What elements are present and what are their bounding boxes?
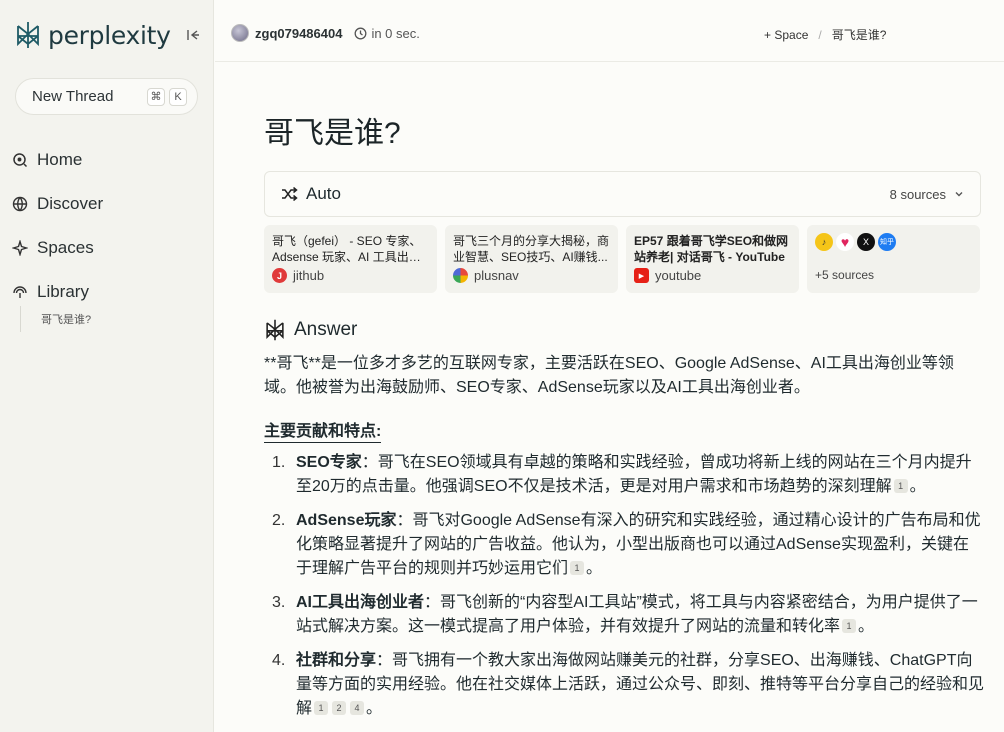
chevron-down-icon[interactable] bbox=[954, 189, 964, 199]
period: 。 bbox=[858, 618, 875, 635]
citation-badge[interactable]: 1 bbox=[893, 479, 908, 493]
timestamp: in 0 sec. bbox=[354, 25, 420, 41]
source-site: jithub bbox=[293, 268, 325, 283]
citation-badge[interactable]: 2 bbox=[332, 701, 347, 715]
user-info[interactable]: zgq079486404 in 0 sec. bbox=[231, 24, 420, 42]
period: 。 bbox=[366, 700, 383, 717]
plusnav-favicon-icon bbox=[453, 268, 468, 283]
add-space-button[interactable]: + Space bbox=[764, 28, 808, 42]
music-favicon-icon: ♪ bbox=[815, 233, 833, 251]
item-title: AdSense玩家 bbox=[296, 512, 397, 529]
new-thread-button[interactable]: New Thread ⌘ K bbox=[15, 78, 198, 115]
source-title: EP57 跟着哥飞学SEO和做网站养老| 对话哥飞 - YouTube bbox=[634, 234, 789, 264]
thread-header: zgq079486404 in 0 sec. + Space / 哥飞是谁? bbox=[215, 0, 1004, 62]
zhihu-favicon-icon: 知乎 bbox=[878, 233, 896, 251]
list-number: 4. bbox=[272, 652, 286, 669]
time-label: in 0 sec. bbox=[371, 25, 420, 41]
breadcrumb-separator: / bbox=[818, 27, 822, 42]
sidebar-item-label: Library bbox=[37, 282, 89, 301]
citation-badge[interactable]: 1 bbox=[570, 561, 585, 575]
sidebar: perplexity New Thread ⌘ K Home Discover … bbox=[0, 0, 214, 732]
source-card[interactable]: EP57 跟着哥飞学SEO和做网站养老| 对话哥飞 - YouTube ▶ yo… bbox=[626, 225, 799, 293]
item-text: ：哥飞在SEO领域具有卓越的策略和实践经验，曾成功将新上线的网站在三个月内提升至… bbox=[296, 454, 972, 495]
item-title: SEO专家 bbox=[296, 454, 362, 471]
contribution-list: 1. SEO专家：哥飞在SEO领域具有卓越的策略和实践经验，曾成功将新上线的网站… bbox=[264, 451, 984, 721]
new-thread-label: New Thread bbox=[32, 88, 114, 105]
page-title: 哥飞是谁? bbox=[264, 117, 401, 150]
heart-favicon-icon: ♥ bbox=[836, 233, 854, 251]
source-site: plusnav bbox=[474, 268, 519, 283]
perplexity-answer-icon bbox=[266, 319, 284, 341]
list-number: 3. bbox=[272, 594, 286, 611]
list-item: 1. SEO专家：哥飞在SEO领域具有卓越的策略和实践经验，曾成功将新上线的网站… bbox=[264, 451, 984, 499]
answer-intro: **哥飞**是一位多才多艺的互联网专家，主要活跃在SEO、Google AdSe… bbox=[264, 355, 954, 396]
sidebar-item-label: Home bbox=[37, 150, 83, 169]
period: 。 bbox=[586, 560, 603, 577]
more-sources-card[interactable]: ♪ ♥ X 知乎 +5 sources bbox=[807, 225, 980, 293]
list-item: 4. 社群和分享：哥飞拥有一个教大家出海做网站赚美元的社群，分享SEO、出海赚钱… bbox=[264, 649, 984, 721]
username: zgq079486404 bbox=[255, 25, 343, 41]
item-title: AI工具出海创业者 bbox=[296, 594, 425, 611]
citation-badge[interactable]: 1 bbox=[314, 701, 329, 715]
source-card[interactable]: 哥飞三个月的分享大揭秘，商业智慧、SEO技巧、AI赚钱... plusnav bbox=[445, 225, 618, 293]
more-sources-label: +5 sources bbox=[815, 268, 875, 282]
spaces-icon bbox=[12, 240, 28, 256]
item-text: ：哥飞对Google AdSense有深入的研究和实践经验，通过精心设计的广告布… bbox=[296, 512, 981, 577]
mode-label: Auto bbox=[306, 184, 341, 203]
sidebar-nav: Home Discover Spaces Library bbox=[12, 138, 103, 314]
sidebar-item-discover[interactable]: Discover bbox=[12, 182, 103, 226]
k-key: K bbox=[169, 87, 187, 106]
list-number: 2. bbox=[272, 512, 286, 529]
source-title: 哥飞三个月的分享大揭秘，商业智慧、SEO技巧、AI赚钱... bbox=[453, 234, 610, 264]
sidebar-item-label: Spaces bbox=[37, 238, 94, 257]
citation-badge[interactable]: 1 bbox=[842, 619, 857, 633]
library-item[interactable]: 哥飞是谁? bbox=[20, 306, 91, 332]
home-icon bbox=[13, 153, 28, 168]
jithub-favicon-icon: J bbox=[272, 268, 287, 283]
breadcrumb: + Space / 哥飞是谁? bbox=[764, 26, 886, 43]
more-source-icons: ♪ ♥ X 知乎 bbox=[815, 233, 972, 251]
clock-icon bbox=[355, 27, 367, 39]
item-text: ：哥飞拥有一个教大家出海做网站赚美元的社群，分享SEO、出海赚钱、ChatGPT… bbox=[296, 652, 985, 717]
x-favicon-icon: X bbox=[857, 233, 875, 251]
sidebar-item-home[interactable]: Home bbox=[12, 138, 103, 182]
sidebar-item-label: Discover bbox=[37, 194, 104, 213]
cmd-key: ⌘ bbox=[147, 87, 165, 106]
answer-label: Answer bbox=[294, 319, 358, 340]
list-item: 3. AI工具出海创业者：哥飞创新的“内容型AI工具站”模式，将工具与内容紧密结… bbox=[264, 591, 984, 639]
library-icon bbox=[13, 286, 27, 298]
collapse-sidebar-icon[interactable] bbox=[186, 28, 204, 46]
period: 。 bbox=[909, 478, 926, 495]
citation-badge[interactable]: 4 bbox=[350, 701, 365, 715]
avatar bbox=[231, 24, 249, 42]
list-number: 1. bbox=[272, 454, 286, 471]
section-heading: 主要贡献和特点: bbox=[264, 422, 382, 443]
search-mode-bar[interactable]: Auto 8 sources bbox=[264, 171, 981, 217]
shuffle-icon bbox=[282, 187, 298, 201]
answer-header: Answer bbox=[264, 318, 357, 342]
sidebar-item-spaces[interactable]: Spaces bbox=[12, 226, 103, 270]
source-title: 哥飞（gefei） - SEO 专家、Adsense 玩家、AI 工具出海创业者 bbox=[272, 234, 422, 264]
perplexity-logo-icon bbox=[17, 22, 39, 48]
item-title: 社群和分享 bbox=[296, 652, 377, 669]
youtube-favicon-icon: ▶ bbox=[634, 268, 649, 283]
sources-row: 哥飞（gefei） - SEO 专家、Adsense 玩家、AI 工具出海创业者… bbox=[264, 225, 980, 293]
source-card[interactable]: 哥飞（gefei） - SEO 专家、Adsense 玩家、AI 工具出海创业者… bbox=[264, 225, 437, 293]
brand-name: perplexity bbox=[48, 20, 171, 50]
sources-count[interactable]: 8 sources bbox=[890, 187, 946, 202]
globe-icon bbox=[12, 196, 28, 212]
breadcrumb-current: 哥飞是谁? bbox=[831, 28, 887, 42]
list-item: 2. AdSense玩家：哥飞对Google AdSense有深入的研究和实践经… bbox=[264, 509, 984, 581]
source-site: youtube bbox=[655, 268, 702, 283]
brand-logo[interactable]: perplexity bbox=[14, 20, 171, 50]
answer-content: **哥飞**是一位多才多艺的互联网专家，主要活跃在SEO、Google AdSe… bbox=[264, 352, 984, 731]
